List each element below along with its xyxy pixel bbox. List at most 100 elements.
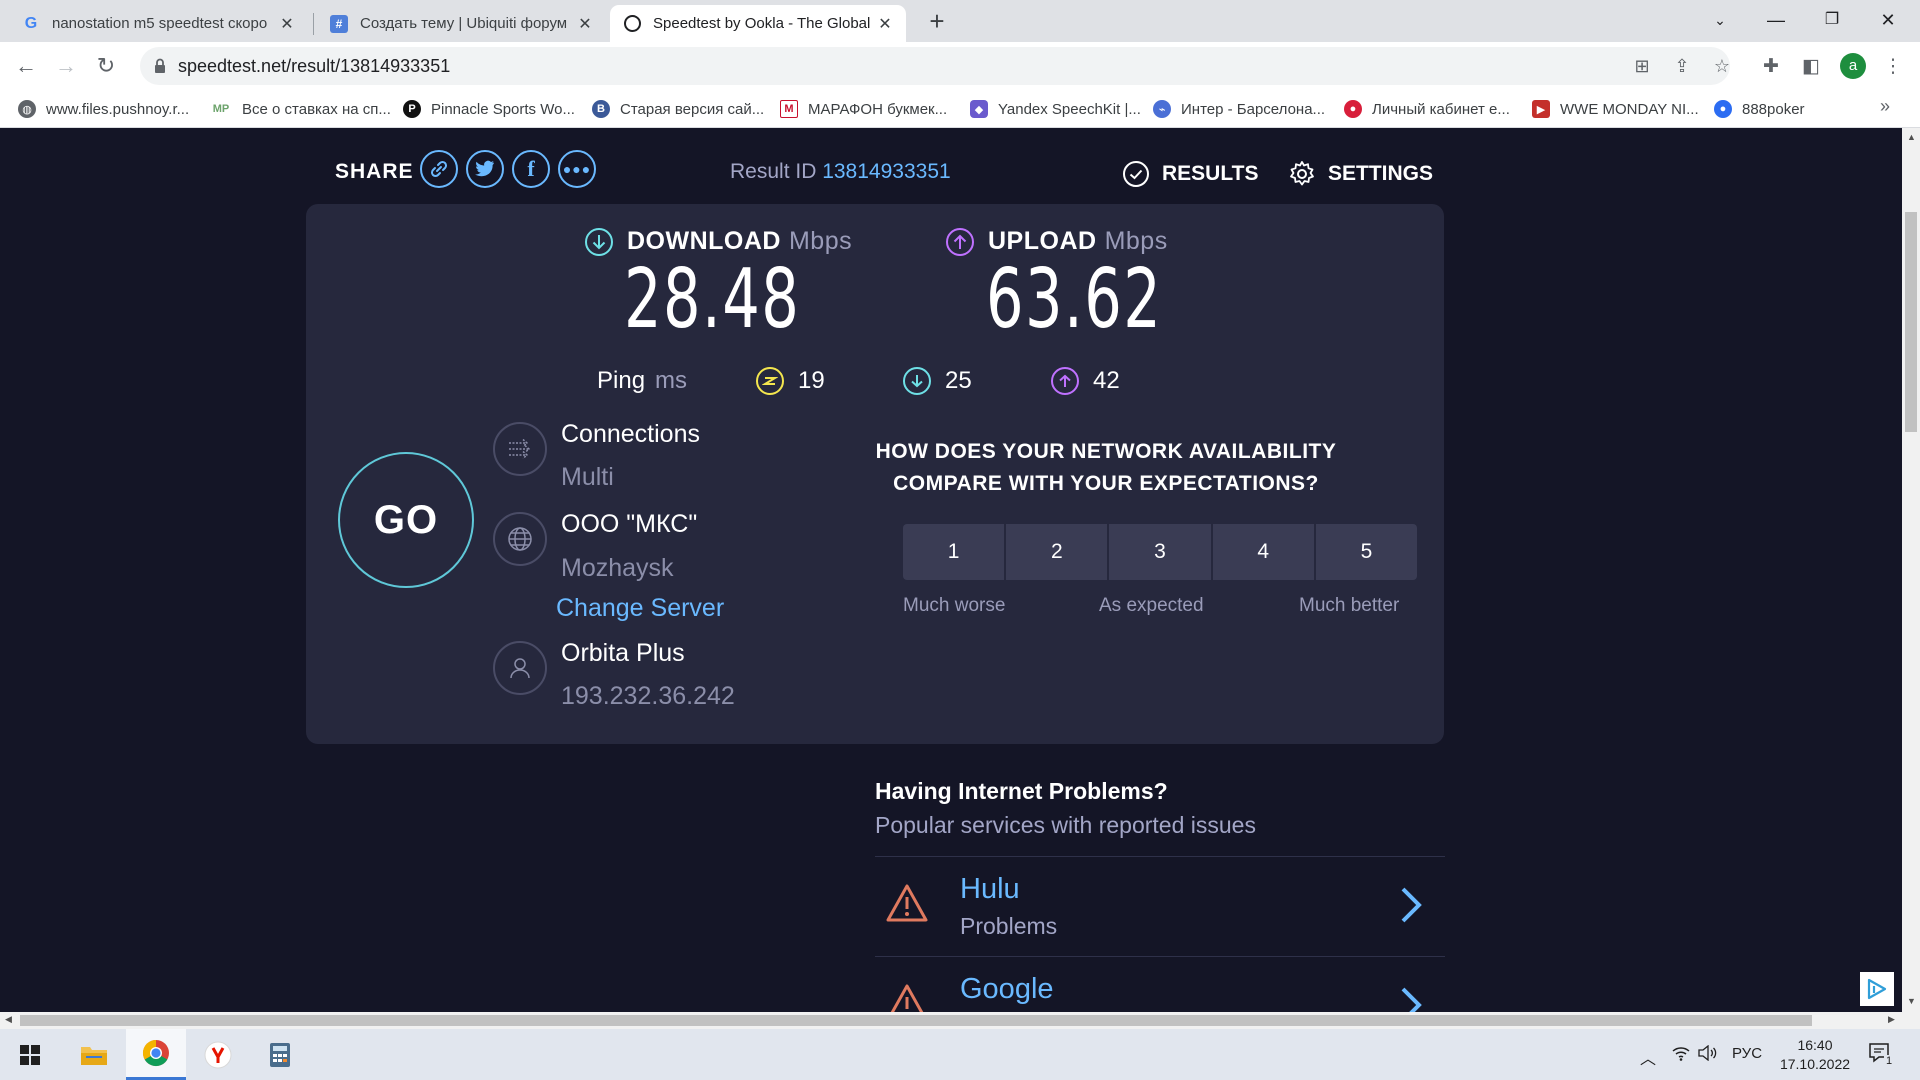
isp-name: Orbita Plus [561, 639, 685, 667]
scroll-left-icon[interactable]: ◀ [5, 1014, 12, 1025]
maximize-button[interactable]: ❐ [1804, 0, 1860, 40]
share-facebook-icon[interactable]: f [512, 150, 550, 188]
share-twitter-icon[interactable] [466, 150, 504, 188]
bookmark-item[interactable]: MP Все о ставках на сп... [210, 98, 391, 120]
ubiquiti-icon: # [330, 14, 348, 33]
results-nav-button[interactable]: RESULTS [1122, 160, 1258, 188]
side-panel-icon[interactable]: ◧ [1798, 54, 1824, 80]
bookmark-star-icon[interactable]: ☆ [1710, 54, 1734, 78]
horizontal-scrollbar[interactable]: ◀ ▶ [0, 1012, 1920, 1029]
rating-option-3[interactable]: 3 [1109, 524, 1211, 580]
language-indicator[interactable]: РУС [1732, 1045, 1762, 1062]
bookmark-label: Yandex SpeechKit |... [998, 100, 1141, 118]
more-bookmarks-chevron-icon[interactable]: » [1880, 96, 1890, 117]
close-icon[interactable]: ✕ [576, 14, 594, 34]
vertical-scrollbar[interactable]: ▲ ▼ [1902, 128, 1920, 1012]
bookmark-item[interactable]: M МАРАФОН букмек... [780, 98, 947, 120]
share-link-icon[interactable] [420, 150, 458, 188]
adchoices-icon[interactable] [1860, 972, 1894, 1006]
result-card: DOWNLOAD Mbps 28.48 UPLOAD Mbps 63.62 Pi… [306, 204, 1444, 744]
problem-item-google[interactable]: Google [875, 956, 1445, 1012]
chrome-taskbar-button[interactable] [126, 1029, 186, 1080]
download-arrow-icon [585, 227, 613, 256]
problems-subtitle: Popular services with reported issues [875, 812, 1256, 838]
forward-button[interactable]: → [50, 50, 82, 82]
close-window-button[interactable]: ✕ [1860, 0, 1916, 40]
results-label: RESULTS [1162, 162, 1259, 185]
share-more-icon[interactable]: ●●● [558, 150, 596, 188]
vertical-scroll-thumb[interactable] [1905, 212, 1917, 432]
scroll-up-icon[interactable]: ▲ [1907, 132, 1916, 142]
scroll-right-icon[interactable]: ▶ [1888, 1014, 1895, 1025]
share-page-icon[interactable]: ⇪ [1670, 54, 1694, 78]
address-bar[interactable]: speedtest.net/result/13814933351 ⊞ ⇪ ☆ [140, 47, 1730, 85]
close-icon[interactable]: ✕ [876, 14, 894, 34]
ping-download-value: 25 [945, 367, 972, 394]
bookmark-item[interactable]: ◍ www.files.pushnoy.r... [18, 98, 189, 120]
b-circle-icon: B [592, 100, 610, 118]
translate-icon[interactable]: ⊞ [1630, 54, 1654, 78]
tray-chevron-up-icon[interactable]: ︿ [1640, 1045, 1656, 1069]
tab-speedtest[interactable]: Speedtest by Ookla - The Global ✕ [610, 5, 906, 42]
tab-title: Создать тему | Ubiquiti форум U [360, 15, 570, 32]
bookmark-item[interactable]: ● Личный кабинет е... [1344, 98, 1510, 120]
bookmark-item[interactable]: B Старая версия сай... [592, 98, 764, 120]
windows-logo-icon [20, 1044, 40, 1065]
ping-unit: ms [655, 367, 688, 394]
bookmark-item[interactable]: ⌁ Интер - Барселона... [1153, 98, 1325, 120]
yandex-icon [204, 1041, 232, 1068]
folder-icon [81, 1046, 107, 1065]
windows-taskbar: ︿ РУС 16:40 17.10.2022 1 [0, 1029, 1920, 1080]
minimize-button[interactable]: — [1748, 0, 1804, 40]
bookmark-item[interactable]: ◆ Yandex SpeechKit |... [970, 98, 1141, 120]
gear-icon [1290, 161, 1314, 186]
extensions-puzzle-icon[interactable]: ✚ [1758, 54, 1784, 80]
yandex-browser-button[interactable] [188, 1029, 248, 1080]
problem-item-hulu[interactable]: Hulu Problems [875, 856, 1445, 956]
start-button[interactable] [0, 1029, 60, 1080]
ping-label: Ping ms [597, 367, 687, 395]
problem-service-name: Hulu [960, 873, 1020, 905]
rating-option-4[interactable]: 4 [1212, 524, 1314, 580]
tab-google-search[interactable]: G nanostation m5 speedtest скоро ✕ [8, 5, 308, 42]
file-explorer-button[interactable] [64, 1029, 124, 1080]
tab-search-chevron-icon[interactable]: ⌄ [1692, 0, 1748, 40]
pinnacle-icon: P [403, 100, 421, 118]
speechkit-icon: ◆ [970, 100, 988, 118]
scroll-down-icon[interactable]: ▼ [1907, 996, 1916, 1006]
reload-button[interactable]: ↻ [90, 50, 122, 82]
bookmark-item[interactable]: P Pinnacle Sports Wo... [403, 98, 575, 120]
wifi-icon[interactable] [1672, 1045, 1690, 1065]
chrome-icon [142, 1039, 169, 1067]
result-id-link[interactable]: 13814933351 [822, 160, 950, 183]
bookmark-item[interactable]: ● 888poker [1714, 98, 1805, 120]
notification-center-button[interactable]: 1 [1868, 1041, 1895, 1070]
calculator-icon [270, 1042, 290, 1067]
close-icon[interactable]: ✕ [278, 14, 296, 34]
volume-icon[interactable] [1698, 1044, 1718, 1065]
isp-ip: 193.232.36.242 [561, 682, 735, 710]
notification-count: 1 [1884, 1055, 1895, 1067]
rating-option-2[interactable]: 2 [1006, 524, 1108, 580]
bookmark-label: МАРАФОН букмек... [808, 100, 948, 118]
back-button[interactable]: ← [10, 50, 42, 82]
chrome-menu-icon[interactable]: ⋮ [1880, 54, 1906, 80]
taskbar-clock[interactable]: 16:40 17.10.2022 [1770, 1036, 1860, 1074]
settings-nav-button[interactable]: SETTINGS [1288, 160, 1433, 188]
connections-label: Connections [561, 420, 700, 448]
go-button[interactable]: GO [338, 452, 474, 588]
result-label-text: Result ID [730, 160, 817, 183]
change-server-link[interactable]: Change Server [556, 594, 724, 623]
profile-avatar[interactable]: a [1840, 53, 1866, 79]
bookmark-item[interactable]: ▶ WWE MONDAY NI... [1532, 98, 1699, 120]
rating-option-1[interactable]: 1 [903, 524, 1005, 580]
toolbar: ← → ↻ speedtest.net/result/13814933351 ⊞… [0, 42, 1920, 90]
calculator-button[interactable] [250, 1029, 310, 1080]
new-tab-button[interactable]: + [922, 7, 952, 37]
rating-option-5[interactable]: 5 [1315, 524, 1418, 580]
user-icon [493, 641, 547, 695]
ping-download-arrow-icon [903, 367, 931, 395]
tab-ubiquiti-forum[interactable]: # Создать тему | Ubiquiti форум U ✕ [316, 5, 606, 42]
rating-scale: 1 2 3 4 5 [903, 524, 1418, 580]
horizontal-scroll-thumb[interactable] [20, 1015, 1812, 1026]
